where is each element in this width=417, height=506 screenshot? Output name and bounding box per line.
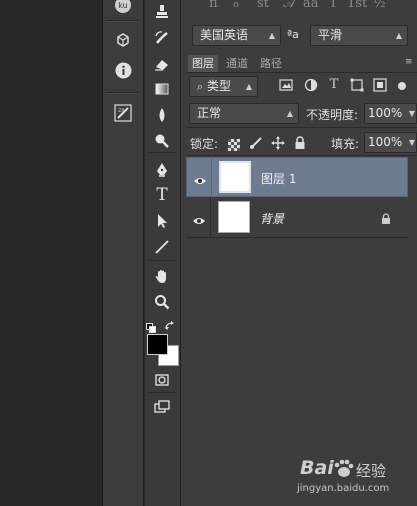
eraser-icon[interactable] (150, 54, 174, 74)
layer-filter-value: 类型 (207, 79, 232, 93)
row-divider (210, 198, 211, 236)
lock-label: 锁定: (190, 137, 219, 151)
hand-icon[interactable] (150, 266, 174, 286)
line-icon[interactable] (150, 237, 174, 257)
opacity-label: 不透明度: (306, 108, 359, 122)
baidu-jingyan-watermark: Bai 经验 jingyan.baidu.com (296, 457, 417, 506)
tools-divider (148, 260, 176, 261)
language-dropdown[interactable]: 美国英语 ▲ (192, 25, 281, 46)
layer-row-layer1[interactable]: 图层 1 (186, 157, 408, 197)
filter-type-icon[interactable]: T (327, 78, 341, 92)
lock-image-pixels-icon[interactable] (249, 135, 263, 149)
lock-transparent-pixels-icon[interactable] (228, 136, 240, 151)
lock-position-icon[interactable] (271, 135, 285, 150)
opacity-input[interactable]: 100% ▼ (364, 103, 417, 124)
clone-stamp-icon[interactable] (150, 2, 174, 22)
glyph-old-style[interactable]: st (257, 0, 269, 11)
default-colors-icon[interactable] (146, 318, 156, 333)
cube-info-icon[interactable] (113, 32, 133, 50)
fill-value: 100% (368, 135, 403, 149)
opacity-value: 100% (368, 106, 403, 120)
blend-mode-value: 正常 (197, 106, 222, 120)
chevron-updown-icon: ▲ (286, 109, 293, 118)
antialias-value: 平滑 (318, 28, 343, 42)
history-brush-icon[interactable] (150, 28, 174, 48)
antialias-dropdown[interactable]: 平滑 ▲ (310, 25, 408, 46)
glyph-ligature[interactable]: fi (209, 0, 218, 11)
screen-mode-icon[interactable] (150, 397, 174, 417)
glyph-titling[interactable]: aa (303, 0, 319, 11)
filter-shape-icon[interactable] (350, 78, 364, 92)
lock-icon (381, 210, 391, 224)
layer-filter-dropdown[interactable]: ⌕ 类型 ▲ (189, 76, 258, 97)
watermark-brand: Bai (300, 457, 334, 479)
type-icon[interactable]: T (150, 185, 174, 205)
tools-divider (148, 152, 176, 153)
gradient-icon[interactable] (150, 79, 174, 99)
watermark-url: jingyan.baidu.com (297, 483, 390, 494)
glyph-superscript[interactable]: 1st (347, 0, 367, 11)
foreground-color-swatch[interactable] (147, 334, 168, 355)
chevron-down-icon: ▼ (408, 138, 415, 147)
swap-colors-icon[interactable] (164, 317, 176, 330)
dodge-icon[interactable] (150, 131, 174, 151)
document-canvas-area (0, 0, 102, 506)
layer-row-background[interactable]: 背景 (186, 198, 408, 238)
filter-toggle-icon[interactable] (396, 78, 408, 92)
layer-name[interactable]: 图层 1 (261, 170, 296, 187)
layer-name[interactable]: 背景 (260, 210, 284, 227)
chevron-updown-icon: ▲ (395, 31, 402, 40)
visibility-eye-icon[interactable] (192, 211, 206, 224)
glyph-swash[interactable]: ℴ (233, 0, 239, 11)
layer-thumbnail[interactable] (218, 201, 250, 233)
antialias-label: ªa (287, 28, 299, 41)
glyph-ordinal[interactable]: T (329, 0, 338, 11)
ku-badge-icon[interactable]: ku (113, 0, 133, 14)
pen-icon[interactable] (150, 160, 174, 180)
blend-mode-dropdown[interactable]: 正常 ▲ (189, 103, 299, 124)
2x-brush-icon[interactable]: 2X (113, 104, 133, 122)
fill-label: 填充: (331, 137, 360, 151)
tab-layers[interactable]: 图层 (188, 55, 218, 72)
panel-tabs: 图层 通道 路径 ≡ (186, 55, 417, 73)
search-icon: ⌕ (197, 80, 204, 93)
path-select-icon[interactable] (150, 211, 174, 231)
fill-input[interactable]: 100% ▼ (364, 132, 417, 153)
tab-paths[interactable]: 路径 (256, 55, 286, 72)
watermark-brand-suffix: 经验 (356, 462, 387, 480)
chevron-updown-icon: ▲ (245, 82, 252, 91)
row-divider (211, 158, 212, 196)
tools-divider (148, 392, 176, 393)
row-divider (186, 155, 417, 156)
visibility-eye-icon[interactable] (193, 171, 207, 184)
language-value: 美国英语 (200, 28, 249, 42)
tab-channels[interactable]: 通道 (222, 55, 252, 72)
filter-pixel-icon[interactable] (279, 78, 293, 92)
info-icon[interactable] (113, 62, 133, 80)
quick-mask-icon[interactable] (150, 370, 174, 390)
glyph-fraction[interactable]: ½ (373, 0, 386, 11)
panel-menu-icon[interactable]: ≡ (405, 57, 413, 67)
blur-icon[interactable] (150, 105, 174, 125)
lock-all-icon[interactable] (294, 135, 306, 149)
paw-icon (332, 459, 354, 483)
svg-text:2X: 2X (118, 108, 125, 114)
strip-divider (106, 20, 140, 22)
glyph-stylistic[interactable]: 𝒜 (283, 0, 295, 11)
strip-divider (106, 92, 140, 94)
chevron-down-icon: ▼ (408, 109, 415, 118)
zoom-icon[interactable] (150, 292, 174, 312)
chevron-updown-icon: ▲ (268, 31, 275, 40)
filter-smart-object-icon[interactable] (373, 78, 387, 92)
filter-adjustment-icon[interactable] (304, 78, 318, 92)
layer-thumbnail[interactable] (219, 161, 251, 193)
opentype-glyph-row: fi ℴ st 𝒜 aa T 1st ½ (195, 0, 417, 18)
row-divider (186, 127, 417, 128)
svg-text:ku: ku (118, 1, 127, 10)
